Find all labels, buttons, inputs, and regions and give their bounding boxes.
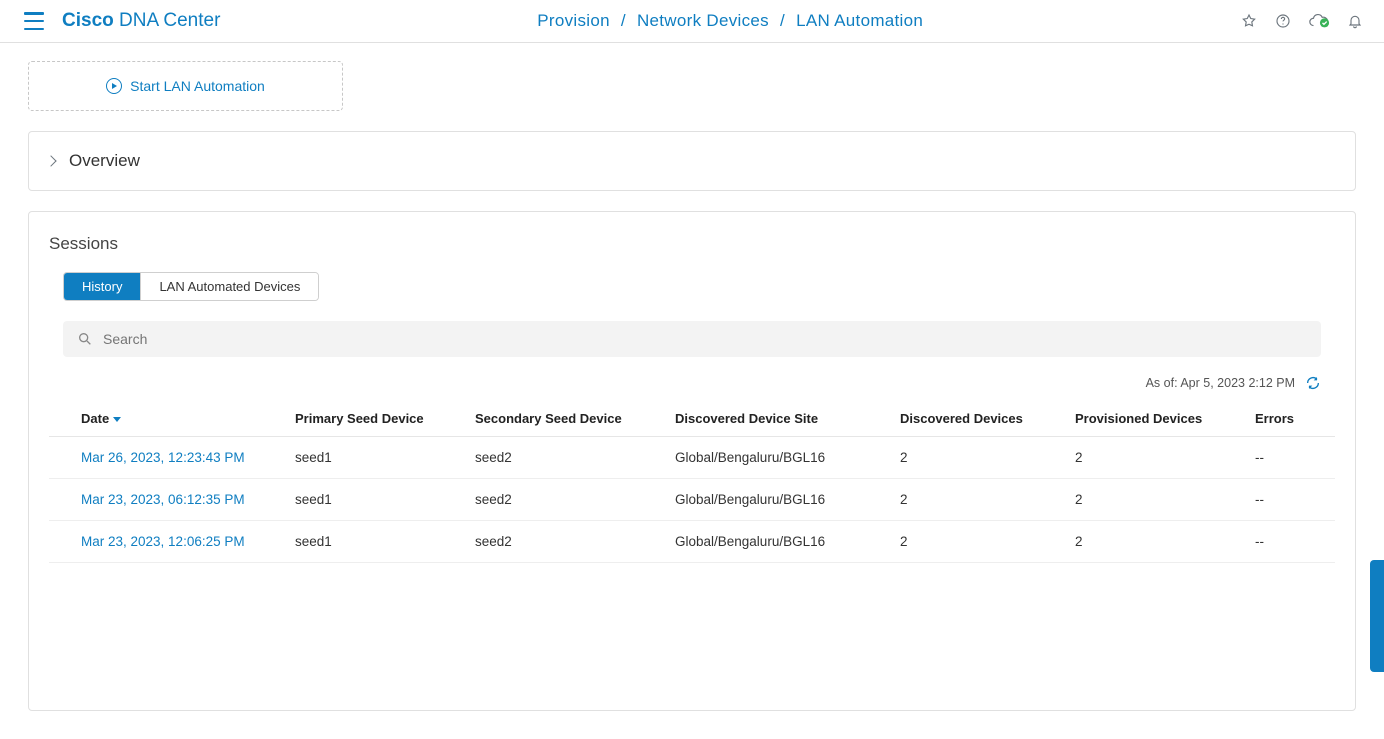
table-row: Mar 26, 2023, 12:23:43 PM seed1 seed2 Gl…	[49, 437, 1335, 479]
timestamp-label: As of: Apr 5, 2023 2:12 PM	[1146, 376, 1295, 390]
cell-discovered: 2	[894, 437, 1069, 479]
cell-discovered: 2	[894, 521, 1069, 563]
cell-errors: --	[1249, 479, 1335, 521]
menu-icon[interactable]	[24, 12, 44, 30]
breadcrumb-sep: /	[621, 11, 626, 30]
refresh-icon[interactable]	[1305, 375, 1321, 391]
cloud-status-icon[interactable]	[1308, 12, 1330, 30]
col-secondary[interactable]: Secondary Seed Device	[469, 401, 669, 437]
overview-panel[interactable]: Overview	[28, 131, 1356, 191]
table-row: Mar 23, 2023, 12:06:25 PM seed1 seed2 Gl…	[49, 521, 1335, 563]
search-icon	[77, 331, 93, 347]
col-provisioned[interactable]: Provisioned Devices	[1069, 401, 1249, 437]
star-icon[interactable]	[1240, 12, 1258, 30]
breadcrumb-item-0[interactable]: Provision	[537, 11, 610, 30]
search-input[interactable]	[103, 331, 1307, 347]
breadcrumb-item-2[interactable]: LAN Automation	[796, 11, 923, 30]
sessions-title: Sessions	[49, 234, 1335, 254]
cell-primary: seed1	[289, 437, 469, 479]
cell-secondary: seed2	[469, 521, 669, 563]
cell-date[interactable]: Mar 26, 2023, 12:23:43 PM	[49, 437, 289, 479]
play-icon	[106, 78, 122, 94]
col-site[interactable]: Discovered Device Site	[669, 401, 894, 437]
start-button-label: Start LAN Automation	[130, 78, 265, 94]
app-title-light: DNA Center	[114, 10, 221, 31]
cell-errors: --	[1249, 437, 1335, 479]
cell-provisioned: 2	[1069, 437, 1249, 479]
sessions-tabs: History LAN Automated Devices	[63, 272, 319, 301]
cell-provisioned: 2	[1069, 521, 1249, 563]
header-icons	[1240, 12, 1364, 30]
col-errors[interactable]: Errors	[1249, 401, 1335, 437]
breadcrumb-sep: /	[780, 11, 785, 30]
cell-errors: --	[1249, 521, 1335, 563]
table-row: Mar 23, 2023, 06:12:35 PM seed1 seed2 Gl…	[49, 479, 1335, 521]
tab-history[interactable]: History	[64, 273, 140, 300]
cell-primary: seed1	[289, 521, 469, 563]
table-header-row: Date Primary Seed Device Secondary Seed …	[49, 401, 1335, 437]
sessions-table: Date Primary Seed Device Secondary Seed …	[49, 401, 1335, 563]
cell-discovered: 2	[894, 479, 1069, 521]
app-title: Cisco DNA Center	[62, 10, 220, 32]
cell-site: Global/Bengaluru/BGL16	[669, 437, 894, 479]
app-header: Cisco DNA Center Provision / Network Dev…	[0, 0, 1384, 43]
sort-caret-icon	[113, 417, 121, 422]
col-discovered[interactable]: Discovered Devices	[894, 401, 1069, 437]
cell-secondary: seed2	[469, 437, 669, 479]
app-title-bold: Cisco	[62, 10, 114, 31]
breadcrumb: Provision / Network Devices / LAN Automa…	[220, 11, 1240, 31]
overview-title: Overview	[69, 151, 140, 171]
search-wrap	[63, 321, 1321, 357]
cell-primary: seed1	[289, 479, 469, 521]
cell-secondary: seed2	[469, 479, 669, 521]
main-content: Start LAN Automation Overview Sessions H…	[0, 43, 1384, 711]
breadcrumb-item-1[interactable]: Network Devices	[637, 11, 769, 30]
cell-site: Global/Bengaluru/BGL16	[669, 521, 894, 563]
col-date[interactable]: Date	[49, 401, 289, 437]
timestamp-row: As of: Apr 5, 2023 2:12 PM	[63, 375, 1321, 391]
cell-provisioned: 2	[1069, 479, 1249, 521]
cell-date[interactable]: Mar 23, 2023, 06:12:35 PM	[49, 479, 289, 521]
chevron-right-icon	[45, 155, 56, 166]
cell-date[interactable]: Mar 23, 2023, 12:06:25 PM	[49, 521, 289, 563]
feedback-tab[interactable]	[1370, 560, 1384, 672]
col-primary[interactable]: Primary Seed Device	[289, 401, 469, 437]
sessions-panel: Sessions History LAN Automated Devices A…	[28, 211, 1356, 711]
start-lan-automation-button[interactable]: Start LAN Automation	[28, 61, 343, 111]
cell-site: Global/Bengaluru/BGL16	[669, 479, 894, 521]
help-icon[interactable]	[1274, 12, 1292, 30]
tab-lan-automated-devices[interactable]: LAN Automated Devices	[140, 273, 318, 300]
bell-icon[interactable]	[1346, 12, 1364, 30]
